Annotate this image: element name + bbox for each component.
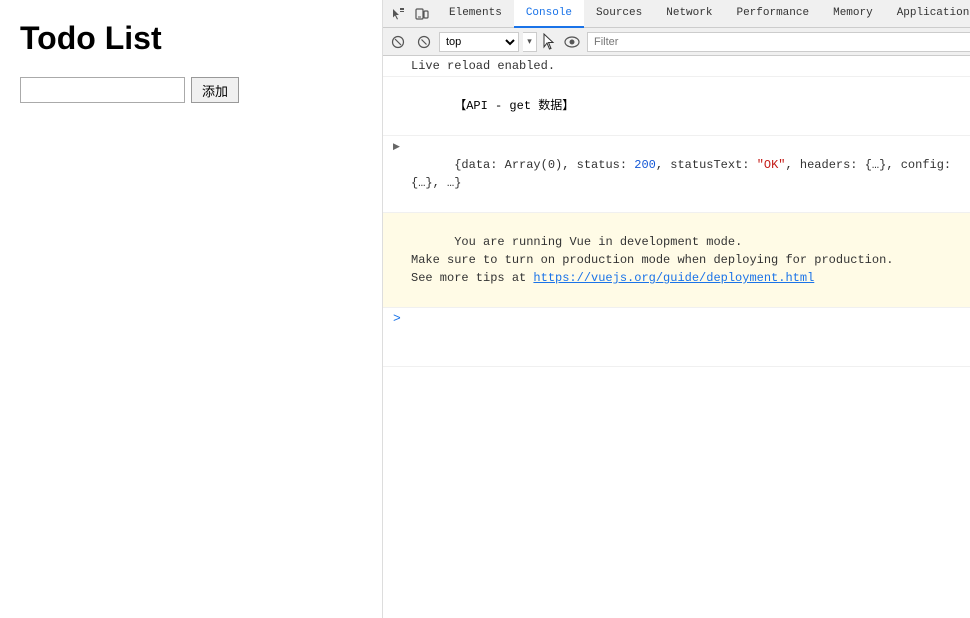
console-output: Live reload enabled. 【API - get 数据】 {dat… (383, 56, 970, 618)
tab-console[interactable]: Console (514, 0, 584, 28)
app-panel: Todo List 添加 (0, 0, 383, 618)
tab-network[interactable]: Network (654, 0, 724, 28)
clear-console-button[interactable] (387, 31, 409, 53)
cursor-indicator (541, 31, 557, 53)
todo-input[interactable] (20, 77, 185, 103)
context-selector[interactable]: top (439, 32, 519, 52)
console-line-live-reload: Live reload enabled. (383, 56, 970, 77)
console-prompt-line[interactable] (383, 308, 970, 367)
tab-sources[interactable]: Sources (584, 0, 654, 28)
device-icon[interactable] (411, 3, 433, 25)
console-toolbar: top ▾ (383, 28, 970, 56)
console-line-api: 【API - get 数据】 (383, 77, 970, 136)
add-button[interactable]: 添加 (191, 77, 239, 103)
todo-input-row: 添加 (20, 77, 362, 103)
vue-deployment-link[interactable]: https://vuejs.org/guide/deployment.html (533, 271, 814, 285)
app-title: Todo List (20, 20, 362, 57)
tab-memory[interactable]: Memory (821, 0, 885, 28)
console-line-object[interactable]: {data: Array(0), status: 200, statusText… (383, 136, 970, 213)
devtools-tab-bar: Elements Console Sources Network Perform… (383, 0, 970, 28)
console-line-vue-warning: You are running Vue in development mode.… (383, 213, 970, 308)
eye-icon[interactable] (561, 31, 583, 53)
inspect-icon[interactable] (387, 3, 409, 25)
tab-elements[interactable]: Elements (437, 0, 514, 28)
devtools-panel: Elements Console Sources Network Perform… (383, 0, 970, 618)
tab-application[interactable]: Application (885, 0, 970, 28)
block-icon[interactable] (413, 31, 435, 53)
filter-input[interactable] (587, 32, 970, 52)
context-dropdown-arrow[interactable]: ▾ (523, 32, 537, 52)
tab-performance[interactable]: Performance (724, 0, 821, 28)
devtools-tab-icons (383, 3, 437, 25)
